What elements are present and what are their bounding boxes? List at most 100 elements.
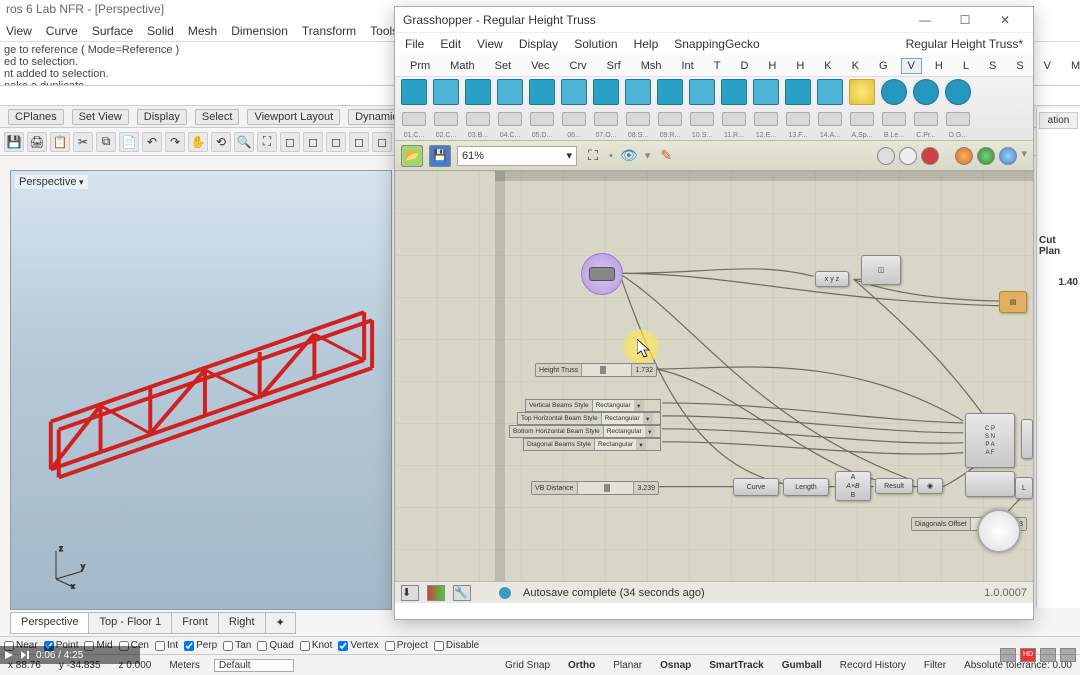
zoom-extents-icon[interactable]: ⛶ [257, 132, 277, 152]
ribbon-icon[interactable] [689, 79, 715, 105]
curve-param-node[interactable] [581, 253, 623, 295]
perspective-viewport[interactable]: Perspective [10, 170, 392, 610]
ribbon-icon[interactable] [529, 79, 555, 105]
vb-distance-slider[interactable]: VB Distance 3.239 [531, 481, 659, 495]
zoom-combo[interactable]: 61%▾ [457, 146, 577, 166]
tab-viewport-layout[interactable]: Viewport Layout [247, 109, 340, 125]
ribbon-sub-icon[interactable] [434, 112, 458, 126]
menu-view[interactable]: View [6, 24, 32, 39]
relay-node[interactable] [1021, 419, 1033, 459]
viewport-canvas[interactable]: z y x [11, 171, 391, 609]
gh-wrench-icon[interactable]: 🔧 [453, 585, 471, 601]
ribbon-icon[interactable] [785, 79, 811, 105]
ribbon-icon[interactable] [945, 79, 971, 105]
ribbon-sub-icon[interactable] [498, 112, 522, 126]
status-smarttrack[interactable]: SmartTrack [705, 660, 767, 671]
height-truss-slider[interactable]: Height Truss 1.732 [535, 363, 657, 377]
menu-mesh[interactable]: Mesh [188, 24, 217, 39]
osnap-bar[interactable]: Near Point Mid Cen Int Perp Tan Quad Kno… [0, 636, 1080, 654]
gh-tab[interactable]: Int [674, 58, 700, 74]
gh-menubar[interactable]: File Edit View Display Solution Help Sna… [395, 33, 1033, 55]
gh-menu-edit[interactable]: Edit [440, 37, 461, 51]
ribbon-group[interactable]: 03.B... [463, 79, 493, 139]
gh-tab[interactable]: V [1037, 58, 1058, 74]
sketch-icon[interactable]: ✎ [656, 146, 676, 166]
ribbon-icon[interactable] [657, 79, 683, 105]
tool-icon[interactable]: ◻ [349, 132, 369, 152]
status-gridsnap[interactable]: Grid Snap [501, 660, 554, 671]
ribbon-group[interactable]: 06... [559, 79, 589, 139]
gh-menu-file[interactable]: File [405, 37, 424, 51]
tab-setview[interactable]: Set View [72, 109, 129, 125]
ribbon-icon[interactable] [817, 79, 843, 105]
viewport-label[interactable]: Perspective [15, 175, 88, 189]
wire-icon[interactable] [899, 147, 917, 165]
ribbon-sub-icon[interactable] [658, 112, 682, 126]
preview-off-icon[interactable] [921, 147, 939, 165]
gh-menu-solution[interactable]: Solution [574, 37, 617, 51]
zoom-icon[interactable]: 🔍 [234, 132, 254, 152]
ribbon-sub-icon[interactable] [594, 112, 618, 126]
menu-curve[interactable]: Curve [46, 24, 78, 39]
gh-tab[interactable]: K [845, 58, 866, 74]
ribbon-sub-icon[interactable] [914, 112, 938, 126]
gh-tab[interactable]: M [1064, 58, 1080, 74]
gh-tab[interactable]: T [707, 58, 728, 74]
copy-icon[interactable]: ⧉ [96, 132, 116, 152]
tab-front[interactable]: Front [171, 612, 218, 634]
preview-mesh-icon[interactable] [977, 147, 995, 165]
viewport-tabs[interactable]: Perspective Top - Floor 1 Front Right ✦ [10, 612, 296, 634]
gh-tab[interactable]: Msh [634, 58, 669, 74]
status-gumball[interactable]: Gumball [778, 660, 826, 671]
ribbon-sub-icon[interactable] [818, 112, 842, 126]
tab-right[interactable]: Right [218, 612, 265, 634]
gh-tab[interactable]: H [789, 58, 811, 74]
paste-icon[interactable]: 📄 [119, 132, 139, 152]
ribbon-sub-icon[interactable] [530, 112, 554, 126]
shade-icon[interactable] [877, 147, 895, 165]
beam-cluster-2[interactable] [965, 471, 1015, 497]
hd-icon[interactable]: HD [1020, 648, 1036, 662]
cut-icon[interactable]: ✂ [73, 132, 93, 152]
ribbon-icon[interactable] [625, 79, 651, 105]
result-component[interactable]: Result [875, 478, 913, 494]
osnap-knot[interactable]: Knot [300, 640, 333, 651]
gh-tab[interactable]: Set [488, 58, 519, 74]
ribbon-group[interactable]: 08.S... [623, 79, 653, 139]
zoom-extents-icon[interactable]: ⛶ [583, 146, 603, 166]
osnap-tan[interactable]: Tan [223, 640, 251, 651]
ribbon-icon[interactable] [401, 79, 427, 105]
diagonal-beam-style[interactable]: Diagonal Beams StyleRectangular▾ [523, 438, 661, 451]
ribbon-icon[interactable] [753, 79, 779, 105]
menu-surface[interactable]: Surface [92, 24, 133, 39]
status-layer[interactable]: Default [214, 659, 294, 672]
video-right-controls[interactable]: HD [1000, 648, 1076, 662]
gh-tab[interactable]: H [928, 58, 950, 74]
tool-icon[interactable]: ◻ [326, 132, 346, 152]
tab-top[interactable]: Top - Floor 1 [88, 612, 171, 634]
ribbon-icon[interactable] [881, 79, 907, 105]
ribbon-group[interactable]: 12.E... [751, 79, 781, 139]
ribbon-group[interactable]: 01.C... [399, 79, 429, 139]
gh-tab[interactable]: L [956, 58, 976, 74]
status-ortho[interactable]: Ortho [564, 660, 599, 671]
compass-icon[interactable] [977, 509, 1021, 553]
pan-icon[interactable]: ✋ [188, 132, 208, 152]
gh-menu-display[interactable]: Display [519, 37, 558, 51]
ribbon-group[interactable]: 14.A... [815, 79, 845, 139]
gh-menu-snapgecko[interactable]: SnappingGecko [674, 37, 759, 51]
video-controls[interactable]: 0:06 / 4:25 [0, 646, 140, 664]
status-rechist[interactable]: Record History [836, 660, 910, 671]
ribbon-group[interactable]: 07.O... [591, 79, 621, 139]
menu-dimension[interactable]: Dimension [231, 24, 288, 39]
ribbon-group[interactable]: 04.C... [495, 79, 525, 139]
gh-tab-active[interactable]: V [901, 58, 922, 74]
ribbon-sub-icon[interactable] [626, 112, 650, 126]
ribbon-sub-icon[interactable] [690, 112, 714, 126]
gh-tab[interactable]: Srf [600, 58, 628, 74]
clipboard-icon[interactable]: 📋 [50, 132, 70, 152]
relay-node-2[interactable]: L [1015, 477, 1033, 499]
osnap-perp[interactable]: Perp [184, 640, 217, 651]
ribbon-icon[interactable] [433, 79, 459, 105]
tool-icon[interactable]: ◻ [303, 132, 323, 152]
